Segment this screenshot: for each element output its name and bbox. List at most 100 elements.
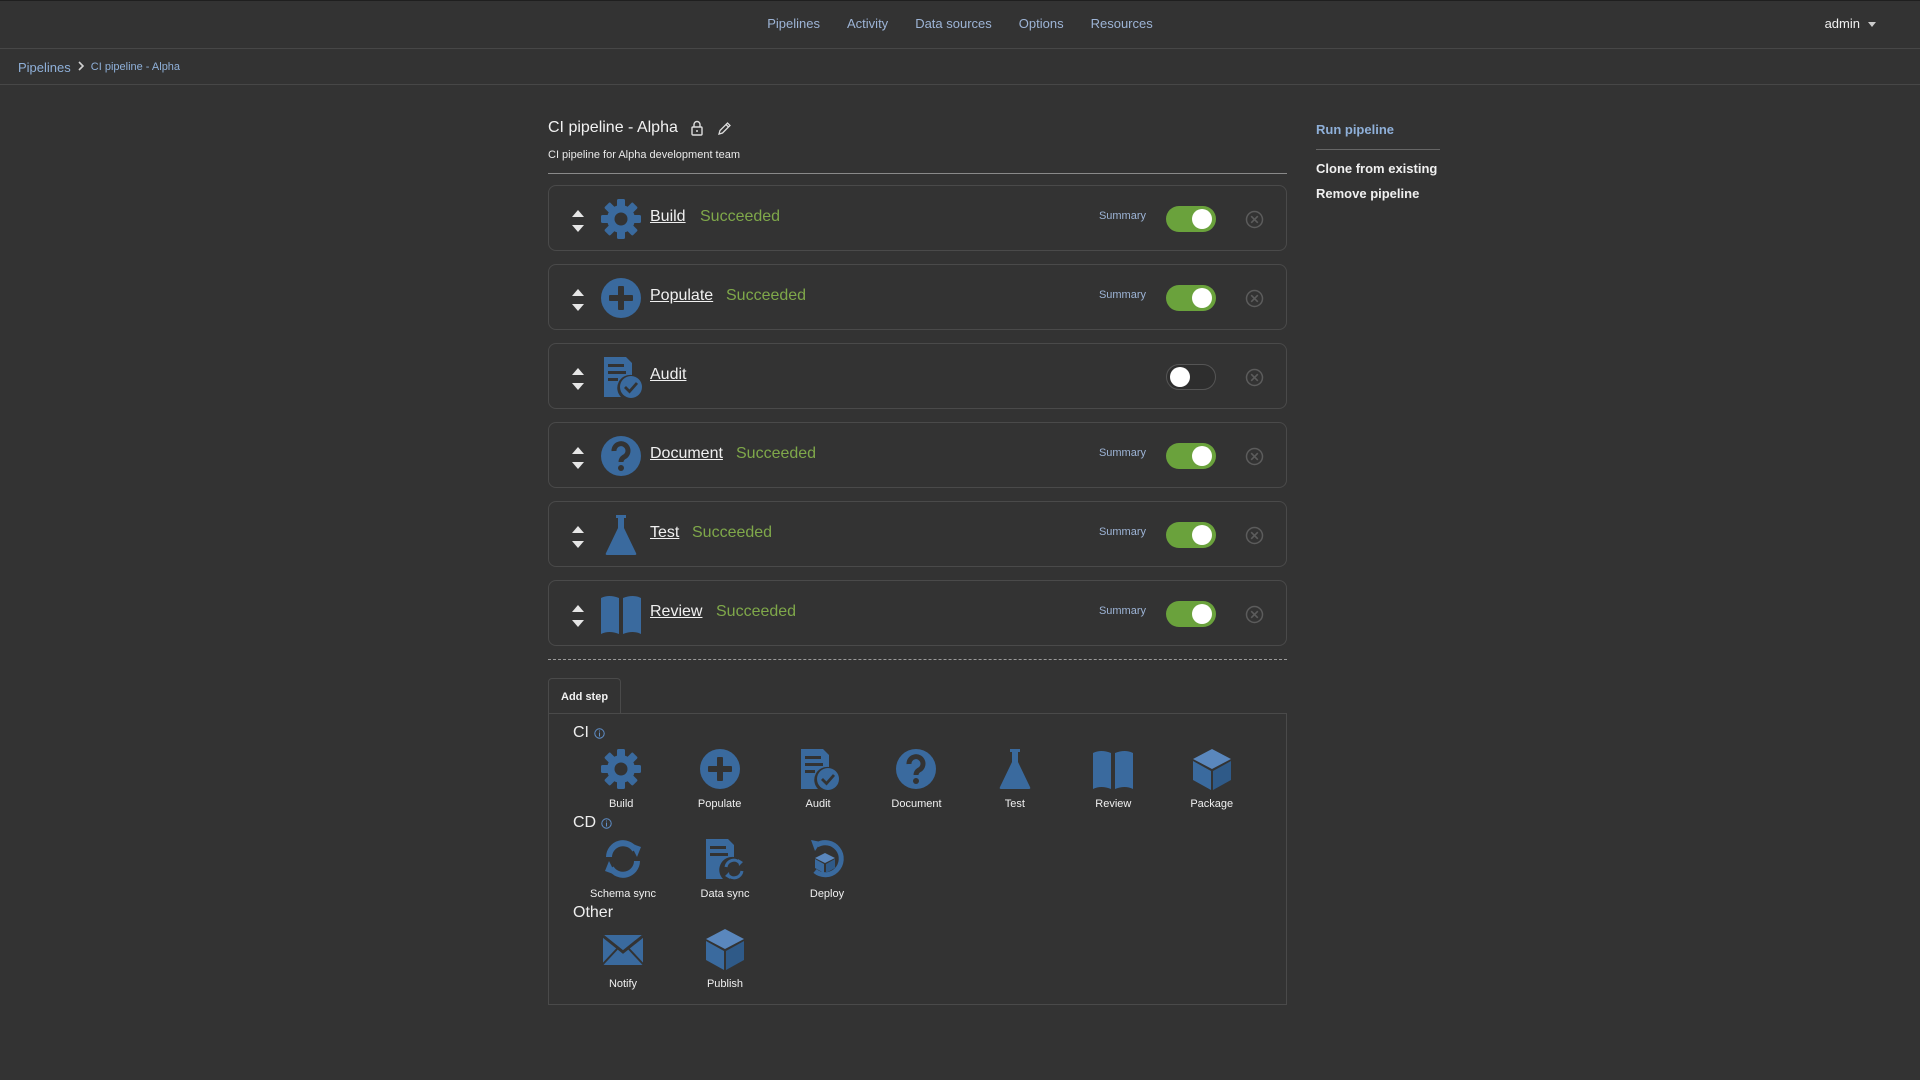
reorder-arrows-icon[interactable] [571,524,585,550]
lock-icon[interactable] [688,119,706,137]
palette-tile[interactable]: Notify [571,924,675,992]
palette-tile[interactable]: Publish [673,924,777,992]
info-icon[interactable] [601,817,612,829]
step-enable-toggle[interactable] [1166,206,1216,232]
user-menu[interactable]: admin [1825,16,1876,31]
step-enable-toggle[interactable] [1166,522,1216,548]
title-row: CI pipeline - Alpha [548,115,1287,141]
palette-tile[interactable]: Review [1063,744,1163,812]
reorder-arrows-icon[interactable] [571,208,585,234]
palette-tile[interactable]: Deploy [775,834,879,902]
step-name-link[interactable]: Build [650,208,686,226]
palette-tile-label: Deploy [809,888,845,900]
nav-data-sources[interactable]: Data sources [915,16,992,31]
pipeline-actions: Run pipeline Clone from existing Remove … [1316,122,1440,201]
reorder-arrows-icon[interactable] [571,287,585,313]
flask-icon [599,513,643,557]
top-navigation-bar: Pipelines Activity Data sources Options … [0,0,1920,49]
audit-document-icon [599,355,643,399]
flask-icon [993,744,1037,796]
book-icon [599,592,643,636]
step-name-link[interactable]: Review [650,603,702,621]
publish-icon [703,924,747,976]
user-name: admin [1824,16,1860,31]
step-enable-toggle[interactable] [1166,285,1216,311]
palette-tile-label: Document [891,798,942,810]
remove-step-icon[interactable] [1245,526,1264,545]
gear-icon [599,744,643,796]
palette-tile[interactable]: Populate [669,744,769,812]
breadcrumb-pipelines-link[interactable]: Pipelines [18,60,71,75]
reorder-arrows-icon[interactable] [571,366,585,392]
audit-document-icon [796,744,840,796]
sync-icon [601,834,645,886]
add-step-tab[interactable]: Add step [548,678,622,714]
toggle-knob [1170,367,1190,387]
step-status: Succeeded [716,603,797,620]
book-icon [1091,744,1135,796]
toggle-knob [1192,446,1212,466]
pencil-icon[interactable] [716,119,734,137]
step-name-link[interactable]: Audit [650,366,686,384]
clone-from-existing-button[interactable]: Clone from existing [1316,161,1440,176]
palette-tiles: Notify Publish [573,924,1262,992]
palette-tile[interactable]: Package [1162,744,1262,812]
steps-list: Build Succeeded Summary Populate Succeed… [548,185,1287,646]
step-palette: CI Build Populate Audit Document Test Re… [548,713,1287,1005]
question-circle-icon [599,434,643,478]
run-pipeline-button[interactable]: Run pipeline [1316,122,1440,137]
reorder-arrows-icon[interactable] [571,603,585,629]
remove-step-icon[interactable] [1245,368,1264,387]
step-enable-toggle[interactable] [1166,364,1216,390]
palette-tile[interactable]: Test [965,744,1065,812]
step-enable-toggle[interactable] [1166,443,1216,469]
toggle-knob [1192,288,1212,308]
pipeline-editor: CI pipeline - Alpha CI pipeline for Alph… [548,115,1287,1005]
toggle-knob [1192,525,1212,545]
nav-resources[interactable]: Resources [1091,16,1153,31]
group-title-text: Other [573,904,614,921]
nav-options[interactable]: Options [1019,16,1064,31]
palette-group-title: Other [573,902,1262,924]
palette-group-title: CD [573,812,1262,834]
step-name-link[interactable]: Document [650,445,723,463]
step-summary-link[interactable]: Summary [1099,447,1146,459]
caret-down-icon [1868,22,1876,27]
palette-tile[interactable]: Document [866,744,966,812]
palette-tile-label: Data sync [700,888,750,900]
palette-tile[interactable]: Audit [768,744,868,812]
step-row: Build Succeeded Summary [548,185,1287,251]
step-enable-toggle[interactable] [1166,601,1216,627]
remove-pipeline-button[interactable]: Remove pipeline [1316,186,1440,201]
step-summary-link[interactable]: Summary [1099,605,1146,617]
remove-step-icon[interactable] [1245,605,1264,624]
step-summary-link[interactable]: Summary [1099,526,1146,538]
palette-tile-label: Schema sync [589,888,657,900]
reorder-arrows-icon[interactable] [571,445,585,471]
remove-step-icon[interactable] [1245,447,1264,466]
remove-step-icon[interactable] [1245,289,1264,308]
remove-step-icon[interactable] [1245,210,1264,229]
group-title-text: CD [573,814,597,831]
step-name-link[interactable]: Test [650,524,679,542]
step-row: Audit [548,343,1287,409]
breadcrumb: Pipelines CI pipeline - Alpha [0,50,1920,85]
palette-tile[interactable]: Data sync [673,834,777,902]
envelope-icon [601,924,645,976]
nav-activity[interactable]: Activity [847,16,888,31]
palette-tile[interactable]: Schema sync [571,834,675,902]
step-name-link[interactable]: Populate [650,287,713,305]
step-summary-link[interactable]: Summary [1099,210,1146,222]
info-icon[interactable] [594,727,605,739]
step-row: Document Succeeded Summary [548,422,1287,488]
step-summary-link[interactable]: Summary [1099,289,1146,301]
actions-divider [1316,149,1440,150]
question-circle-icon [894,744,938,796]
palette-tile[interactable]: Build [571,744,671,812]
nav-pipelines[interactable]: Pipelines [767,16,820,31]
data-sync-icon [703,834,747,886]
breadcrumb-current: CI pipeline - Alpha [90,61,181,73]
page-title: CI pipeline - Alpha [548,119,678,136]
step-row: Test Succeeded Summary [548,501,1287,567]
group-title-text: CI [573,724,589,741]
